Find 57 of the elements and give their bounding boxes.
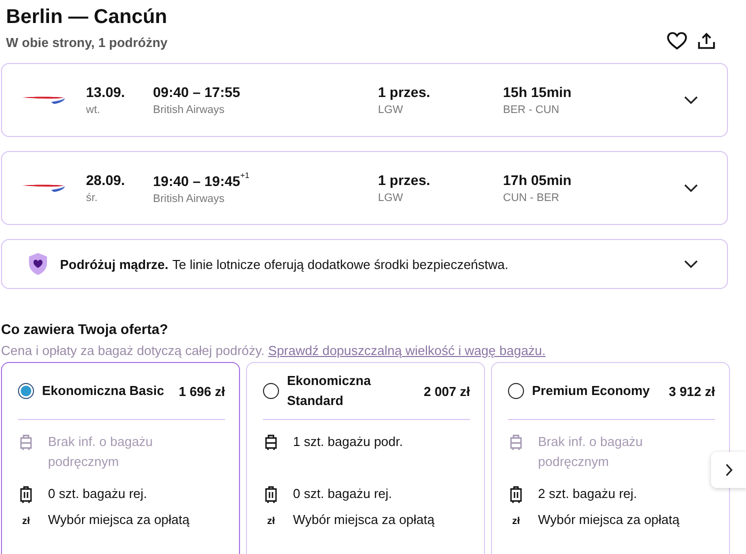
chevron-down-icon[interactable] — [683, 95, 699, 105]
chevron-down-icon[interactable] — [683, 183, 699, 193]
fare-price: 1 696 zł — [178, 384, 225, 398]
offer-heading: Co zawiera Twoja oferta? — [1, 320, 169, 338]
radio-button[interactable] — [18, 383, 34, 399]
airline-name: British Airways — [153, 104, 226, 116]
weekday: wt. — [86, 104, 102, 116]
trip-subtitle: W obie strony, 1 podróżny — [6, 35, 168, 50]
duration: 15h 15min — [503, 84, 572, 100]
airline-name: British Airways — [153, 193, 226, 205]
feature-text: 2 szt. bagażu rej. — [538, 485, 637, 503]
flight-times: 19:40 – 19:45 — [153, 173, 240, 189]
fare-name: Ekonomiczna Standard — [287, 372, 372, 410]
stops: 1 przes. — [378, 172, 432, 188]
cabin-bag-icon — [19, 434, 33, 451]
feature-text: 0 szt. bagażu rej. — [48, 485, 147, 503]
currency-symbol: zł — [267, 515, 275, 529]
currency-symbol: zł — [22, 515, 30, 529]
fare-price: 2 007 zł — [424, 384, 470, 398]
suitcase-icon — [19, 486, 33, 504]
radio-button[interactable] — [508, 383, 524, 399]
layover-airport: LGW — [378, 104, 404, 116]
radio-button[interactable] — [263, 383, 279, 399]
feature-text: Brak inf. o bagażu podręcznym — [538, 433, 644, 471]
share-icon[interactable] — [697, 32, 716, 50]
chevron-down-icon[interactable] — [683, 259, 699, 269]
fare-name: Ekonomiczna Basic — [42, 382, 166, 400]
currency-symbol: zł — [512, 515, 520, 529]
feature-text: Wybór miejsca za opłatą — [538, 511, 680, 529]
offer-note: Cena i opłaty za bagaż dotyczą całej podróży. Sprawdź dopuszczalną wielkość i wagę bagażu. — [1, 343, 547, 358]
feature-text: Brak inf. o bagażu podręcznym — [48, 433, 154, 471]
baggage-size-link[interactable]: Sprawdź dopuszczalną wielkość i wagę bagażu. — [268, 343, 546, 358]
flight-date: 13.09. — [86, 84, 126, 100]
fare-price: 3 912 zł — [668, 384, 715, 398]
flight-date: 28.09. — [86, 172, 126, 188]
layover-airport: LGW — [378, 192, 404, 204]
route: BER - CUN — [503, 104, 560, 116]
feature-text: Wybór miejsca za opłatą — [293, 511, 434, 529]
day-offset: +1 — [240, 171, 250, 180]
stops: 1 przes. — [378, 84, 432, 100]
shield-heart-icon — [28, 252, 48, 276]
feature-text: 1 szt. bagażu podr. — [293, 433, 403, 451]
route: CUN - BER — [503, 192, 560, 204]
heart-icon[interactable] — [667, 32, 687, 50]
suitcase-icon — [509, 486, 523, 504]
cabin-bag-icon — [264, 434, 278, 451]
duration: 17h 05min — [503, 172, 572, 188]
flight-times: 09:40 – 17:55 — [153, 84, 240, 100]
cabin-bag-icon — [509, 434, 523, 451]
safety-notice-text: Podróżuj mądrze. Te linie lotnicze oferują dodatkowe środki bezpieczeństwa. — [60, 256, 508, 272]
chevron-right-icon — [725, 463, 733, 477]
feature-text: 0 szt. bagażu rej. — [293, 485, 392, 503]
trip-title: Berlin — Cancún — [6, 5, 168, 29]
weekday: śr. — [86, 192, 99, 204]
fare-name: Premium Economy — [532, 382, 651, 400]
feature-text: Wybór miejsca za opłatą — [48, 511, 190, 529]
suitcase-icon — [264, 486, 278, 504]
